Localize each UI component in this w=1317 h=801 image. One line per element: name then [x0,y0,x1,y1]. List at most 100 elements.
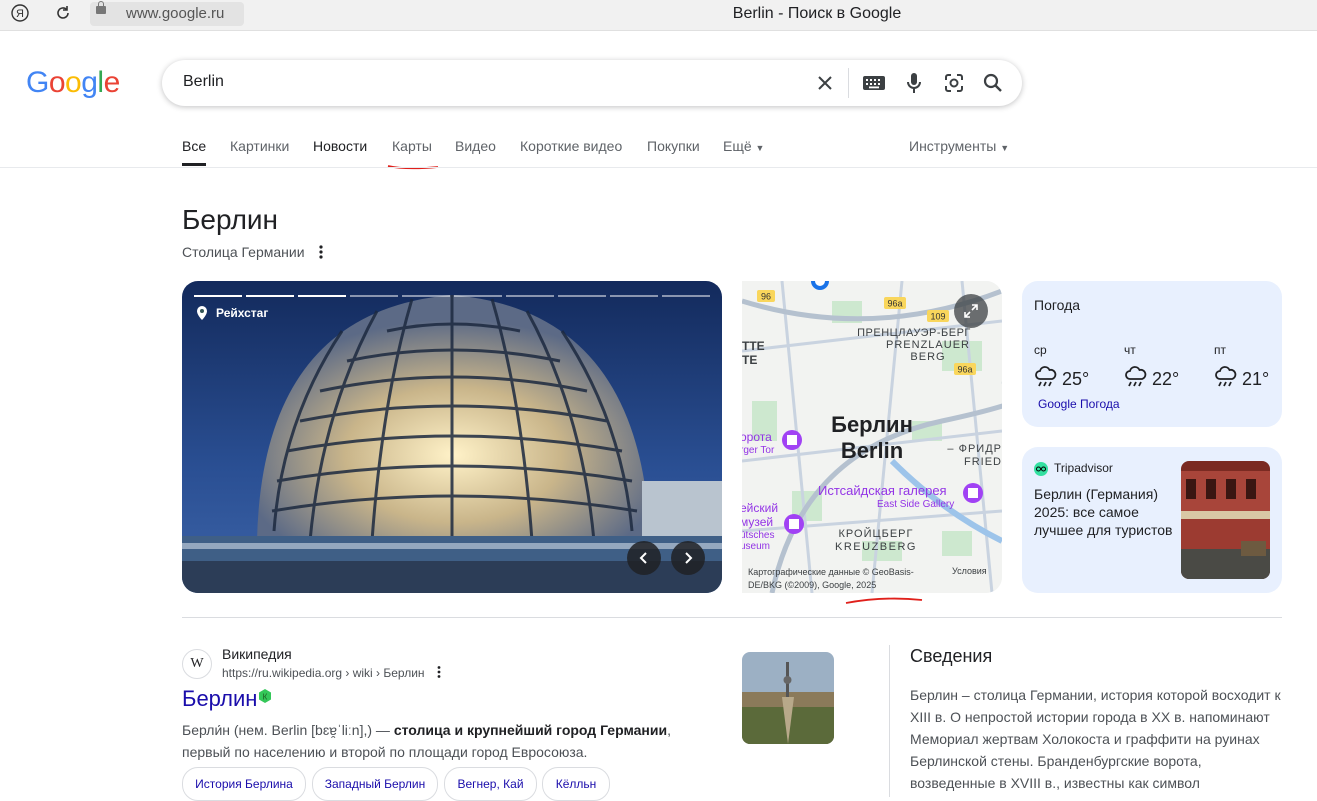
result-snippet-line2: первый по населению и второй по площади … [182,744,588,760]
previous-photo-button[interactable] [627,541,661,575]
tab-short-video[interactable]: Короткие видео [520,138,622,154]
tab-images[interactable]: Картинки [230,138,289,154]
related-chip[interactable]: Вегнер, Кай [444,767,537,801]
next-photo-button[interactable] [671,541,705,575]
tripadvisor-thumbnail[interactable] [1181,461,1270,579]
weather-day: пт [1214,343,1226,357]
svg-text:rger Tor: rger Tor [742,445,775,456]
tab-video[interactable]: Видео [455,138,496,154]
side-panel-divider [889,645,890,797]
active-tab-indicator [182,163,206,166]
result-title-link[interactable]: Берлин [182,686,257,712]
svg-text:Berlin: Berlin [841,438,903,463]
weather-day: чт [1124,343,1136,357]
verified-badge-icon: К [258,689,272,703]
svg-text:Истсайдская галерея: Истсайдская галерея [818,483,947,498]
svg-text:96a: 96a [957,365,972,375]
caret-down-icon: ▼ [1000,143,1010,153]
berlin-aerial-thumbnail[interactable] [742,652,834,744]
red-annotation-underline [387,165,439,170]
map-terms-link[interactable]: Условия [952,566,987,576]
story-progress-segment [662,295,710,297]
entity-title: Берлин [182,204,279,235]
story-progress-segment [610,295,658,297]
tripadvisor-icon [1034,462,1048,476]
map-attribution: Картографические данные © GeoBasis-DE/BK… [748,567,914,590]
weather-temp: 25° [1062,369,1090,389]
svg-text:ейский: ейский [742,501,778,515]
svg-text:ПРЕНЦЛАУЭР-БЕРГ: ПРЕНЦЛАУЭР-БЕРГ [857,327,971,339]
result-site-name[interactable]: Википедия [222,646,292,662]
about-heading: Сведения [910,646,993,666]
story-progress-segment [454,295,502,297]
tab-news[interactable]: Новости [313,138,367,154]
story-progress-segment [194,295,242,297]
rain-cloud-icon [1124,366,1148,395]
rain-cloud-icon [1214,366,1238,395]
tools-label: Инструменты [909,138,997,154]
svg-text:East Side Gallery: East Side Gallery [877,499,954,510]
result-url[interactable]: https://ru.wikipedia.org › wiki › Берлин [222,666,425,680]
expand-map-button[interactable] [954,294,988,328]
tab-shopping[interactable]: Покупки [647,138,700,154]
lens-search-icon[interactable] [941,70,967,96]
tripadvisor-title[interactable]: Берлин (Германия) 2025: все самое лучшее… [1034,485,1174,539]
story-progress-segment [298,295,346,297]
result-menu-icon[interactable] [432,665,446,679]
weather-title: Погода [1034,297,1081,313]
svg-text:КРОЙЦБЕРГ: КРОЙЦБЕРГ [839,527,914,540]
search-icon[interactable] [980,70,1006,96]
svg-text:PRENZLAUER: PRENZLAUER [886,339,970,351]
entity-subtitle: Столица Германии [182,244,305,260]
svg-text:FRIED: FRIED [964,456,1002,468]
photo-location-label: Рейхстаг [216,306,269,320]
tab-more[interactable]: Ещё ▼ [723,138,764,154]
related-chip[interactable]: Кёлльн [542,767,610,801]
related-chip[interactable]: История Берлина [182,767,306,801]
voice-search-icon[interactable] [901,70,927,96]
svg-text:музей: музей [742,515,773,529]
clear-search-icon[interactable] [812,70,838,96]
svg-text:BERG: BERG [910,351,945,363]
svg-text:TE: TE [742,353,757,367]
wikipedia-favicon[interactable]: W [182,649,212,679]
google-logo[interactable]: Google [26,66,120,100]
tools-button[interactable]: Инструменты ▼ [909,138,1009,154]
search-box[interactable] [162,60,1022,106]
svg-text:TTE: TTE [742,339,765,353]
weather-temp: 21° [1242,369,1270,389]
svg-text:ütsches: ütsches [742,530,774,541]
svg-text:109: 109 [930,312,945,322]
svg-text:Берлин: Берлин [831,412,913,437]
section-divider [182,617,1282,618]
rain-cloud-icon [1034,366,1058,395]
expand-icon [964,304,978,318]
svg-text:орота: орота [742,430,772,444]
tripadvisor-source: Tripadvisor [1054,461,1113,475]
map-preview[interactable]: 96 96a 109 96a TTE TE ПРЕНЦЛАУЭР-БЕРГ PR… [742,281,1002,593]
tab-all[interactable]: Все [182,138,206,154]
story-progress-segment [246,295,294,297]
search-input[interactable]: Berlin [183,73,224,91]
tab-maps[interactable]: Карты [392,138,432,154]
svg-text:К: К [263,693,268,702]
search-divider [848,68,849,98]
story-progress-segment [506,295,554,297]
svg-text:96: 96 [761,292,771,302]
svg-text:– ФРИДР: – ФРИДР [947,443,1002,455]
weather-temp: 22° [1152,369,1180,389]
story-progress-segment [402,295,450,297]
related-chip[interactable]: Западный Берлин [312,767,438,801]
about-description: Берлин – столица Германии, история котор… [910,687,1281,791]
story-progress-segment [350,295,398,297]
story-progress-segment [558,295,606,297]
caret-down-icon: ▼ [755,143,765,153]
red-annotation-underline [845,597,923,604]
result-snippet-line1: Берли́н (нем. Berlin [bɛɐ̯ˈliːn],) — сто… [182,722,671,738]
more-options-icon[interactable] [313,244,329,260]
svg-text:96a: 96a [887,299,902,309]
google-weather-link[interactable]: Google Погода [1038,397,1120,411]
tabs-divider [0,167,1317,168]
svg-text:useum: useum [742,541,770,552]
keyboard-icon[interactable] [861,70,887,96]
